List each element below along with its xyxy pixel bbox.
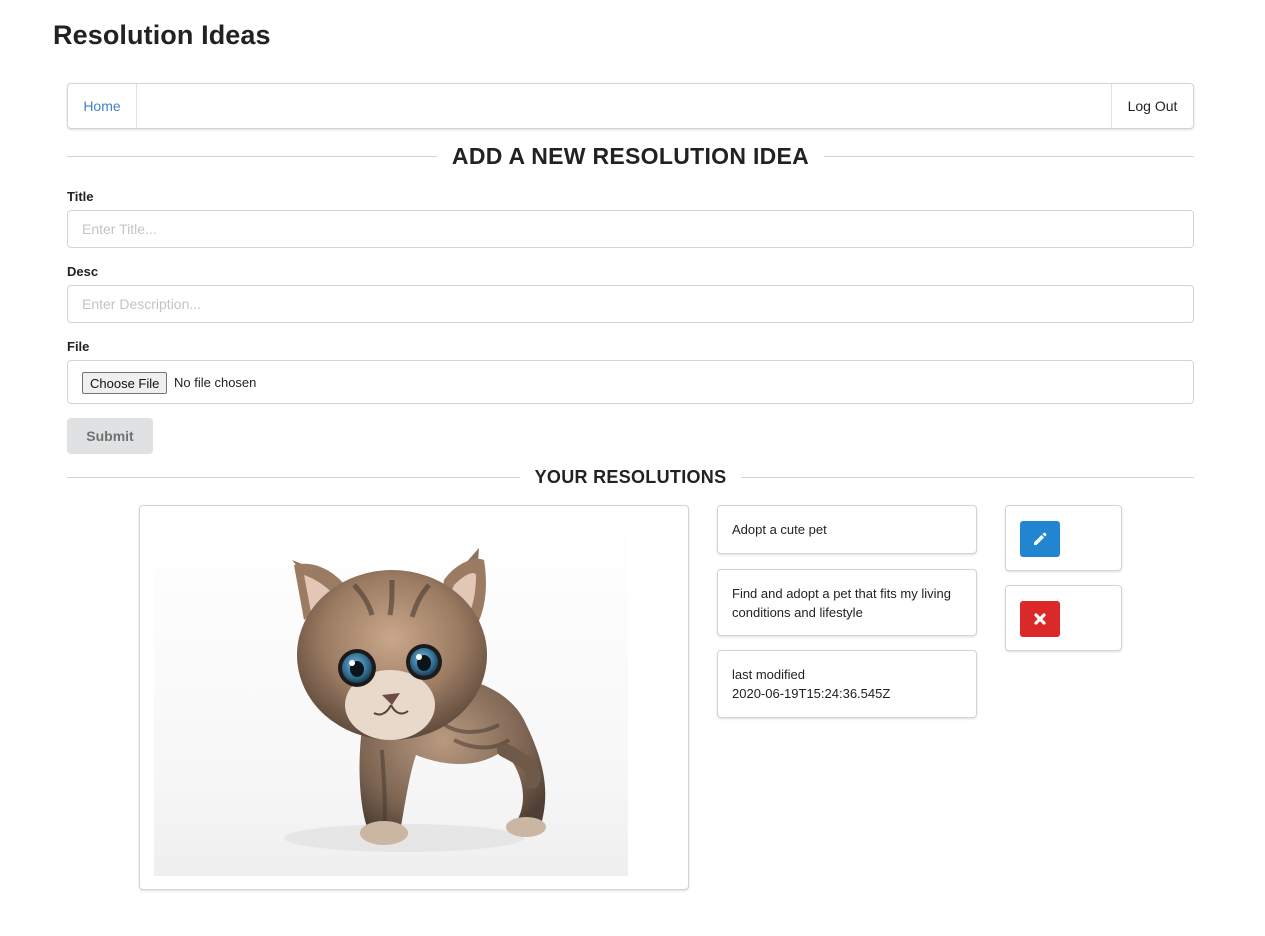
delete-action-card (1005, 585, 1122, 651)
delete-button[interactable] (1020, 601, 1060, 637)
nav-home-link[interactable]: Home (68, 84, 137, 128)
file-status-text: No file chosen (174, 375, 257, 390)
edit-action-card (1005, 505, 1122, 571)
add-resolution-heading-text: ADD A NEW RESOLUTION IDEA (451, 143, 810, 169)
title-label: Title (67, 189, 94, 204)
resolution-modified-card: last modified 2020-06-19T15:24:36.545Z (717, 650, 977, 718)
divider-line (741, 477, 1195, 478)
file-label: File (67, 339, 90, 354)
resolution-description: Find and adopt a pet that fits my living… (732, 585, 951, 620)
last-modified-label: last modified (732, 667, 805, 682)
add-resolution-heading: ADD A NEW RESOLUTION IDEA (67, 143, 1194, 170)
kitten-photo (154, 520, 628, 876)
resolution-title: Adopt a cute pet (732, 522, 827, 537)
desc-label: Desc (67, 264, 99, 279)
edit-button[interactable] (1020, 521, 1060, 557)
nav-logout-link[interactable]: Log Out (1111, 84, 1193, 128)
your-resolutions-heading: YOUR RESOLUTIONS (67, 467, 1195, 488)
app-title: Resolution Ideas (53, 20, 271, 50)
file-input[interactable]: Choose File No file chosen (67, 360, 1194, 404)
resolution-image-card (139, 505, 689, 890)
your-resolutions-heading-text: YOUR RESOLUTIONS (534, 467, 727, 487)
close-icon (1034, 613, 1046, 625)
divider-line (67, 156, 437, 157)
pencil-icon (1034, 532, 1047, 545)
divider-line (824, 156, 1194, 157)
description-input[interactable] (67, 285, 1194, 323)
resolution-description-card: Find and adopt a pet that fits my living… (717, 569, 977, 636)
submit-button[interactable]: Submit (67, 418, 153, 454)
kitten-illustration (284, 548, 546, 852)
last-modified-value: 2020-06-19T15:24:36.545Z (732, 686, 891, 701)
title-input[interactable] (67, 210, 1194, 248)
top-menu: Home Log Out (67, 83, 1194, 129)
divider-line (67, 477, 520, 478)
choose-file-button[interactable]: Choose File (82, 372, 168, 394)
resolution-title-card: Adopt a cute pet (717, 505, 977, 554)
